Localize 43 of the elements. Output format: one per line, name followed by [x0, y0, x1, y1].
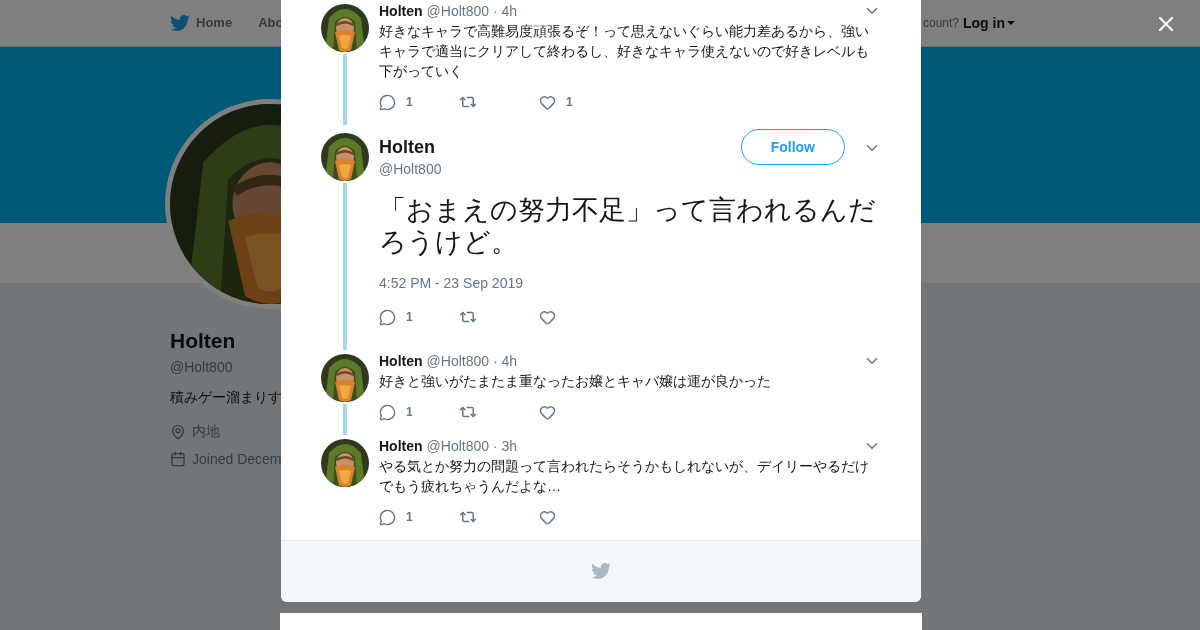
reply-icon[interactable] — [379, 308, 396, 326]
tweet-time[interactable]: · 4h — [493, 353, 518, 369]
reply-count: 1 — [406, 510, 413, 524]
like-icon[interactable] — [539, 403, 556, 421]
login-link[interactable]: Log in — [963, 15, 1015, 31]
profile-name[interactable]: Holten — [170, 329, 236, 353]
tweet-text: 好きと強いがたまたま重なったお嬢とキャバ嬢は運が良かった — [379, 372, 772, 391]
nav-link[interactable]: Home — [170, 14, 233, 32]
like-icon[interactable] — [539, 308, 556, 326]
bird-icon — [170, 14, 190, 32]
calendar-icon — [170, 451, 186, 467]
author-name[interactable]: Holten — [379, 137, 442, 158]
tweet-text: 好きなキャラで高難易度頑張るぞ！って思えないぐらい能力差あるから、強いキャラで適当にクリアして終わるし、好きなキャラ使えないので好きレベルも下がっていく — [379, 22, 870, 81]
reply-count: 1 — [406, 310, 413, 324]
like-icon[interactable] — [539, 93, 556, 111]
author-handle[interactable]: @Holt800 — [426, 3, 490, 19]
reply-count: 1 — [406, 405, 413, 419]
reply-count: 1 — [406, 95, 413, 109]
author-name[interactable]: Holten — [379, 3, 423, 19]
tweet-text: やる気とか努力の問題って言われたらそうかもしれないが、デイリーやるだけでもう疲れちゃうんだよな… — [379, 457, 870, 496]
tweet-date[interactable]: 4:52 PM - 23 Sep 2019 — [379, 275, 881, 291]
author-handle[interactable]: @Holt800 — [426, 353, 490, 369]
profile-handle[interactable]: @Holt800 — [170, 359, 233, 375]
bird-icon — [591, 563, 611, 580]
reply-icon[interactable] — [379, 508, 396, 526]
tweet-time[interactable]: · 3h — [493, 438, 518, 454]
author-handle[interactable]: @Holt800 — [379, 161, 442, 177]
author-name[interactable]: Holten — [379, 438, 423, 454]
author-name[interactable]: Holten — [379, 353, 423, 369]
profile-joined: Joined Decem — [192, 451, 282, 467]
like-count: 1 — [566, 95, 573, 109]
tweet-time[interactable]: · 4h — [493, 3, 518, 19]
like-icon[interactable] — [539, 508, 556, 526]
caret-icon — [1007, 21, 1015, 25]
profile-bio: 積みゲー溜まりす — [170, 389, 282, 407]
reply-icon[interactable] — [379, 403, 396, 421]
author-handle[interactable]: @Holt800 — [426, 438, 490, 454]
location-icon — [170, 424, 186, 440]
account-prompt: count? — [922, 16, 959, 30]
profile-location: 内地 — [192, 423, 220, 441]
tweet-text: 「おまえの努力不足」って言われるんだろうけど。 — [379, 194, 877, 258]
follow-button[interactable]: Follow — [740, 129, 845, 165]
reply-icon[interactable] — [379, 93, 396, 111]
